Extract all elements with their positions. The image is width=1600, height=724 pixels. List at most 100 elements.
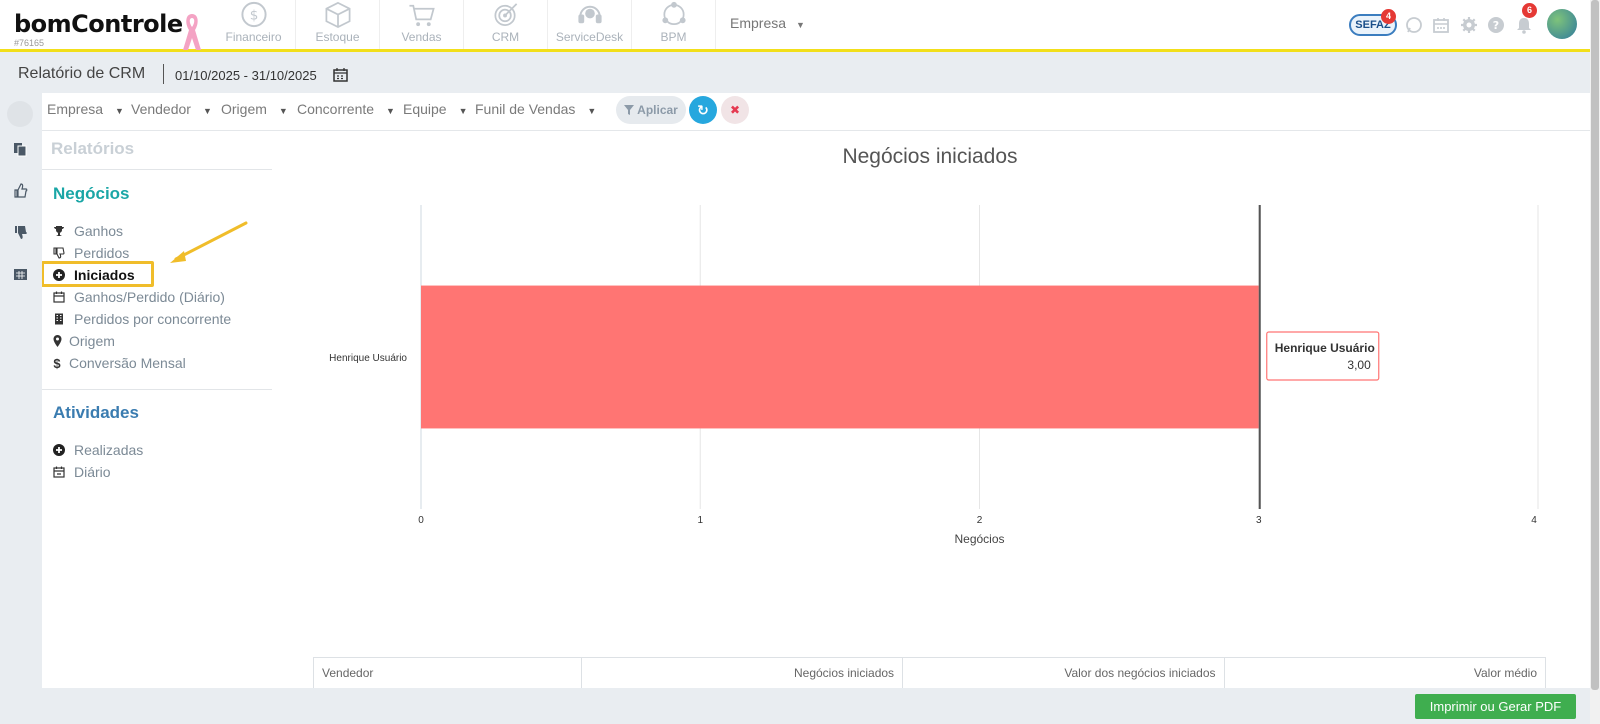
building-icon [52,312,66,326]
caret-down-icon: ▼ [458,106,468,116]
menu-item-ganhos[interactable]: Ganhos [52,221,123,241]
calendar-minus-icon [52,465,66,479]
filter-label: Funil de Vendas [475,101,576,117]
menu-item-ganhos-perdido-diario[interactable]: Ganhos/Perdido (Diário) [52,287,225,307]
page-title: Relatório de CRM [18,65,146,82]
copy-icon[interactable] [13,142,28,157]
x-tick-label: 4 [1531,515,1537,526]
calendar-icon [52,290,66,304]
menu-heading-relatorios: Relatórios [51,139,135,158]
menu-item-label: Perdidos por concorrente [74,311,232,327]
module-label: BPM [660,30,687,44]
filter-label: Concorrente [297,101,375,117]
pink-ribbon-icon [183,14,201,50]
filter-equipe[interactable]: Equipe ▼ [403,101,468,117]
cart-icon [408,4,435,27]
sefaz-badge: 4 [1381,9,1396,24]
divider [163,64,164,84]
divider [42,389,272,390]
x-tick-label: 0 [418,515,424,526]
bell-icon[interactable] [1515,16,1533,34]
calendar-icon[interactable] [1432,16,1450,34]
menu-item-label: Diário [74,464,111,480]
tooltip [1266,331,1380,381]
scrollbar-thumb[interactable] [1591,0,1599,690]
filter-vendedor[interactable]: Vendedor ▼ [131,101,212,117]
whatsapp-icon[interactable] [1405,16,1423,34]
report-panel: Empresa ▼ Vendedor ▼ Origem ▼ Concorrente ▼ … [42,93,1590,688]
brand-logo[interactable]: bomControle [14,10,183,38]
x-tick-label: 3 [1256,515,1262,526]
date-range[interactable]: 01/10/2025 - 31/10/2025 [175,68,317,83]
filter-concorrente[interactable]: Concorrente ▼ [297,101,395,117]
menu-item-conversao-mensal[interactable]: $ Conversão Mensal [52,353,186,373]
module-estoque[interactable]: Estoque [296,0,380,49]
apply-button[interactable]: Aplicar [616,96,686,124]
headset-icon [577,5,602,24]
bar-chart: 0 1 2 3 4 Henrique Usuário Henrique Usuário 3,0… [329,205,1539,546]
divider [42,169,272,170]
workflow-icon [661,1,686,26]
module-vendas[interactable]: Vendas [380,0,464,49]
tooltip-title: Henrique Usuário [1275,341,1375,355]
module-label: Estoque [315,30,360,44]
refresh-button[interactable]: ↻ [689,96,717,124]
module-label: CRM [491,30,520,44]
close-icon: ✖ [729,103,741,117]
y-tick-label: Henrique Usuário [329,353,407,364]
print-pdf-button[interactable]: Imprimir ou Gerar PDF [1415,694,1576,719]
module-financeiro[interactable]: $ Financeiro [212,0,296,49]
trophy-icon [52,224,66,238]
chart-title: Negócios iniciados [842,145,1018,168]
filter-origem[interactable]: Origem ▼ [221,101,288,117]
table-header-negocios-iniciados[interactable]: Negócios iniciados [582,658,904,688]
menu-item-label: Ganhos [74,223,124,239]
module-nav: $ Financeiro Estoque Vendas CRM ServiceD… [212,0,716,49]
dollar-icon: $ [53,355,61,371]
empresa-dropdown[interactable]: Empresa ▼ [730,15,805,31]
module-bpm[interactable]: BPM [632,0,716,49]
notifications-badge: 6 [1522,3,1537,18]
filter-label: Empresa [47,101,104,117]
left-icon-strip [0,93,41,724]
clear-filters-button[interactable]: ✖ [721,96,749,124]
module-crm[interactable]: CRM [464,0,548,49]
menu-item-label: Origem [69,333,115,349]
menu-item-label: Perdidos [74,245,130,261]
menu-item-realizadas[interactable]: Realizadas [52,440,143,460]
menu-item-origem[interactable]: Origem [52,331,115,351]
menu-item-label: Ganhos/Perdido (Diário) [74,289,225,305]
refresh-icon: ↻ [697,101,709,118]
table-header-vendedor[interactable]: Vendedor [314,658,582,688]
menu-item-label: Realizadas [74,442,144,458]
menu-item-perdidos[interactable]: Perdidos [52,243,129,263]
caret-down-icon: ▼ [115,106,124,116]
table-header-valor-medio[interactable]: Valor médio [1225,658,1545,688]
chevron-down-icon: ▼ [796,20,805,30]
bottom-bar [0,688,1600,724]
menu-item-diario[interactable]: Diário [52,462,111,482]
filter-empresa[interactable]: Empresa ▼ [47,101,124,117]
help-icon[interactable]: ? [1487,16,1505,34]
module-label: ServiceDesk [555,30,624,44]
collapse-button[interactable] [7,101,33,127]
scrollbar[interactable] [1590,0,1600,724]
caret-down-icon: ▼ [587,106,597,116]
module-servicedesk[interactable]: ServiceDesk [548,0,632,49]
bar[interactable] [421,285,1259,429]
calendar-icon[interactable] [333,67,348,82]
thumbs-down-icon[interactable] [13,225,28,240]
menu-heading-negocios: Negócios [53,184,130,203]
table-header-valor-negocios[interactable]: Valor dos negócios iniciados [903,658,1225,688]
dollar-coin-icon: $ [240,1,267,28]
menu-item-perdidos-por-concorrente[interactable]: Perdidos por concorrente [52,309,231,329]
gear-icon[interactable] [1460,16,1478,34]
menu-heading-atividades: Atividades [53,403,139,422]
account-id: #76165 [14,38,45,48]
avatar[interactable] [1547,9,1577,39]
calendar-icon[interactable] [13,266,28,281]
filter-bar: Empresa ▼ Vendedor ▼ Origem ▼ Concorrente ▼ … [42,93,1590,131]
thumbs-up-icon[interactable] [13,183,28,198]
menu-item-label: Conversão Mensal [69,355,186,371]
filter-funil-de-vendas[interactable]: Funil de Vendas ▼ [475,101,596,117]
